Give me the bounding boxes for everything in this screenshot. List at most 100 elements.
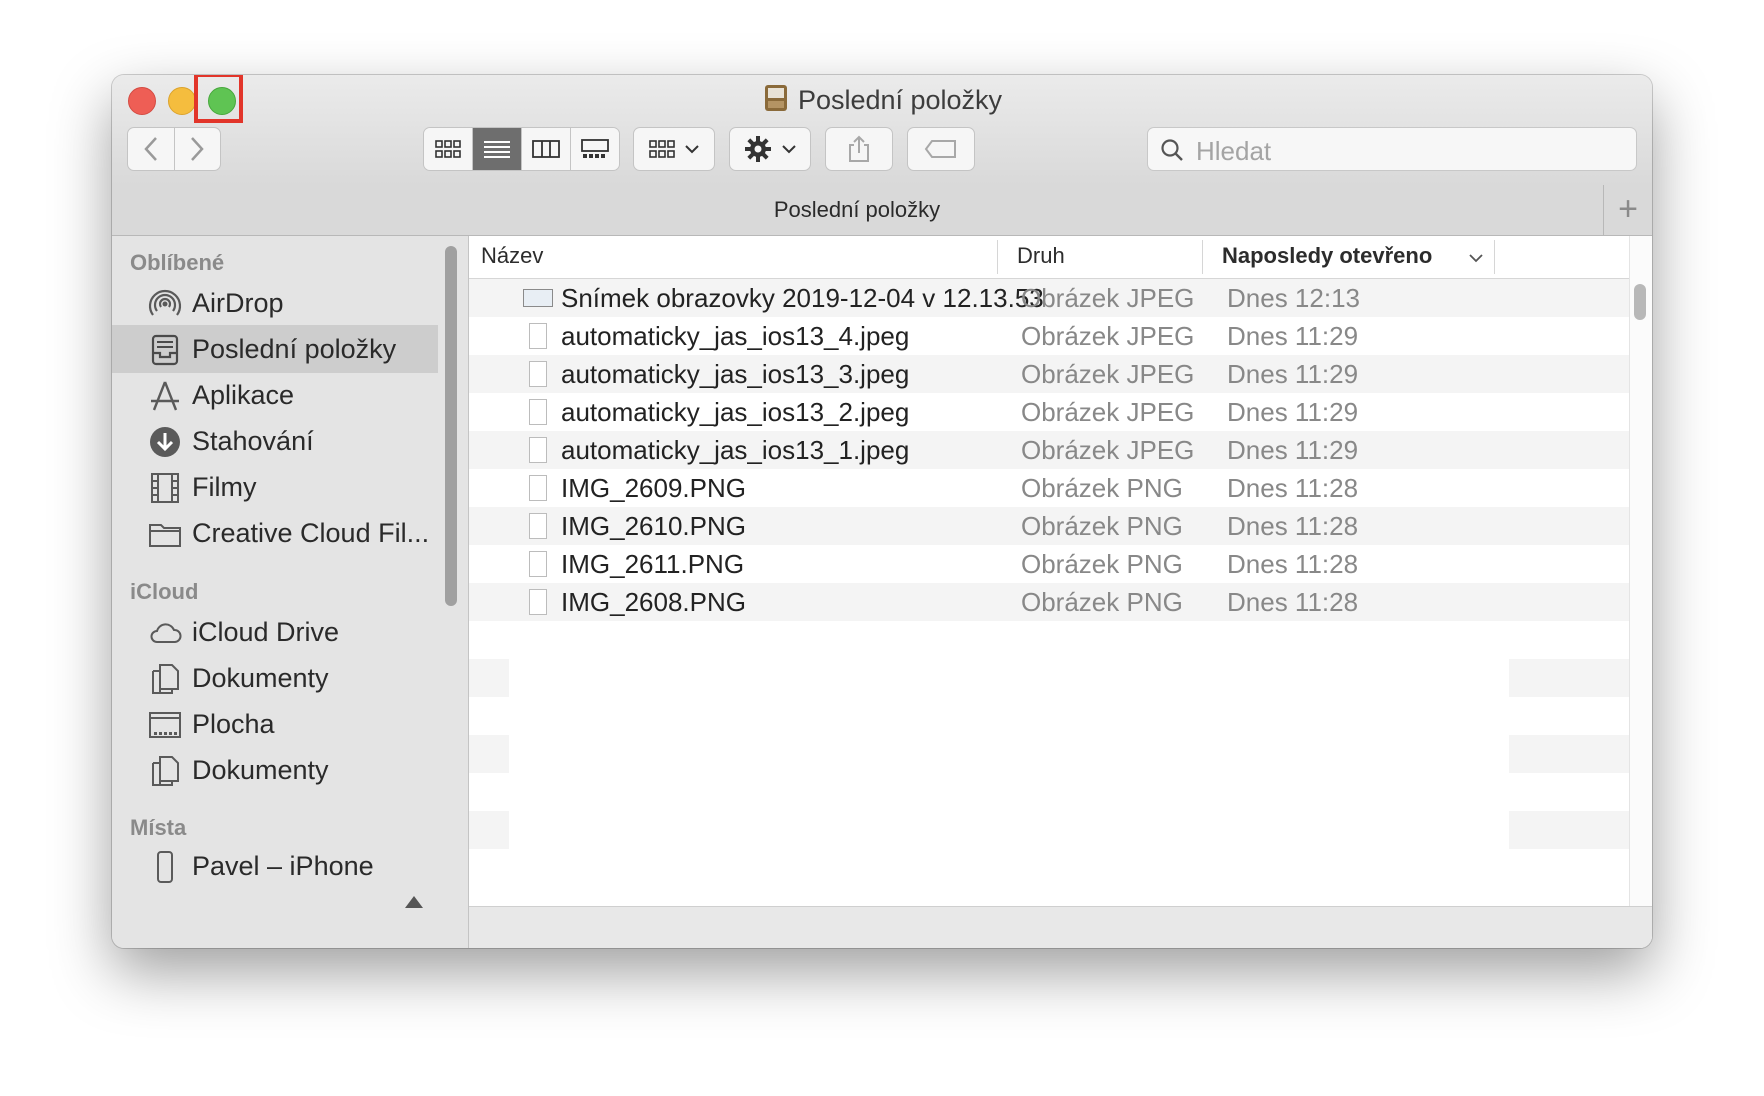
- finder-window: Poslední položky Hledat Poslední položky…: [112, 75, 1652, 948]
- column-name[interactable]: Název: [481, 243, 543, 269]
- file-date: Dnes 11:28: [1227, 549, 1359, 579]
- sidebar-item-applications[interactable]: Aplikace: [112, 371, 438, 419]
- file-date: Dnes 11:28: [1227, 587, 1359, 617]
- sidebar-section-icloud: iCloud: [130, 579, 199, 604]
- share-button[interactable]: [825, 127, 893, 171]
- downloads-icon: [148, 425, 182, 459]
- recents-icon: [762, 83, 790, 120]
- column-kind[interactable]: Druh: [1017, 243, 1065, 269]
- image-file-icon: [529, 437, 547, 463]
- table-row[interactable]: automaticky_jas_ios13_3.jpeg Obrázek JPE…: [469, 355, 1629, 393]
- search-icon: [1161, 139, 1183, 161]
- sidebar-section-favorites: Oblíbené: [130, 250, 225, 275]
- sidebar-item-label: AirDrop: [192, 288, 284, 318]
- recents-icon: [148, 333, 182, 367]
- grid-icon: [435, 140, 461, 158]
- sidebar-item-documents[interactable]: Dokumenty: [112, 654, 438, 702]
- sidebar-item-label: Dokumenty: [192, 663, 329, 693]
- eject-icon[interactable]: [405, 896, 423, 908]
- scroll-thumb[interactable]: [1634, 284, 1646, 320]
- tab-bar: Poslední položky +: [112, 185, 1652, 236]
- sidebar-item-label: Stahování: [192, 426, 314, 456]
- gear-icon: [745, 136, 771, 162]
- sidebar-item-label: iCloud Drive: [192, 617, 340, 647]
- gallery-icon: [581, 139, 609, 158]
- sidebar-item-downloads[interactable]: Stahování: [112, 417, 438, 465]
- group-by-dropdown[interactable]: [633, 127, 715, 171]
- list-icon: [484, 141, 510, 158]
- column-separator[interactable]: [1494, 240, 1495, 274]
- file-kind: Obrázek JPEG: [1021, 397, 1195, 427]
- file-name: automaticky_jas_ios13_1.jpeg: [561, 435, 910, 465]
- sidebar-item-icloud-drive[interactable]: iCloud Drive: [112, 608, 438, 656]
- image-file-icon: [529, 589, 547, 615]
- table-row[interactable]: automaticky_jas_ios13_2.jpeg Obrázek JPE…: [469, 393, 1629, 431]
- sidebar-item-documents-2[interactable]: Dokumenty: [112, 746, 438, 794]
- chevron-down-icon: [685, 145, 699, 154]
- list-view-button[interactable]: [473, 128, 522, 170]
- image-file-icon: [529, 475, 547, 501]
- sidebar-item-movies[interactable]: Filmy: [112, 463, 438, 511]
- table-row[interactable]: Snímek obrazovky 2019-12-04 v 12.13.53 O…: [469, 279, 1629, 317]
- table-row[interactable]: automaticky_jas_ios13_1.jpeg Obrázek JPE…: [469, 431, 1629, 469]
- cloud-icon: [148, 616, 182, 650]
- gallery-view-button[interactable]: [571, 128, 619, 170]
- back-button[interactable]: [128, 128, 175, 170]
- sidebar-item-iphone[interactable]: Pavel – iPhone: [112, 842, 438, 890]
- sidebar-item-desktop[interactable]: Plocha: [112, 700, 438, 748]
- file-date: Dnes 12:13: [1227, 283, 1360, 313]
- chevron-right-icon: [191, 137, 204, 161]
- status-bar: [469, 906, 1652, 948]
- tags-button[interactable]: [907, 127, 975, 171]
- file-name: IMG_2609.PNG: [561, 473, 746, 503]
- sidebar: Oblíbené AirDrop Poslední položky Aplika…: [112, 236, 468, 948]
- forward-button[interactable]: [175, 128, 221, 170]
- column-separator[interactable]: [1202, 240, 1203, 274]
- sidebar-item-airdrop[interactable]: AirDrop: [112, 279, 438, 327]
- table-row[interactable]: IMG_2608.PNG Obrázek PNG Dnes 11:28: [469, 583, 1629, 621]
- group-grid-icon: [649, 140, 675, 158]
- add-tab-button[interactable]: +: [1603, 185, 1652, 235]
- table-row[interactable]: IMG_2611.PNG Obrázek PNG Dnes 11:28: [469, 545, 1629, 583]
- column-header: Název Druh Naposledy otevřeno: [469, 236, 1629, 279]
- sort-chevron-down-icon: [1469, 254, 1483, 263]
- file-name: automaticky_jas_ios13_4.jpeg: [561, 321, 910, 351]
- icon-view-button[interactable]: [424, 128, 473, 170]
- image-file-icon: [529, 399, 547, 425]
- documents-icon: [148, 754, 182, 788]
- airdrop-icon: [148, 287, 182, 321]
- tag-icon: [924, 140, 956, 158]
- sidebar-item-label: Dokumenty: [192, 755, 329, 785]
- folder-icon: [148, 517, 182, 551]
- search-field[interactable]: Hledat: [1147, 127, 1637, 171]
- file-date: Dnes 11:28: [1227, 473, 1359, 503]
- tab-title[interactable]: Poslední položky: [112, 197, 1602, 223]
- sidebar-item-label: Aplikace: [192, 380, 295, 410]
- titlebar: Poslední položky Hledat: [112, 75, 1652, 186]
- file-kind: Obrázek PNG: [1021, 587, 1183, 617]
- window-title: Poslední položky: [112, 83, 1652, 120]
- table-row[interactable]: IMG_2609.PNG Obrázek PNG Dnes 11:28: [469, 469, 1629, 507]
- sidebar-item-label: Pavel – iPhone: [192, 851, 374, 881]
- file-date: Dnes 11:29: [1227, 359, 1359, 389]
- column-last-opened[interactable]: Naposledy otevřeno: [1222, 243, 1432, 269]
- sidebar-scrollbar[interactable]: [445, 246, 457, 606]
- image-file-icon: [529, 361, 547, 387]
- documents-icon: [148, 662, 182, 696]
- table-row[interactable]: automaticky_jas_ios13_4.jpeg Obrázek JPE…: [469, 317, 1629, 355]
- action-dropdown[interactable]: [729, 127, 811, 171]
- file-date: Dnes 11:29: [1227, 397, 1359, 427]
- view-mode-control: [423, 127, 620, 171]
- file-date: Dnes 11:28: [1227, 511, 1359, 541]
- sidebar-item-creative-cloud[interactable]: Creative Cloud Fil...: [112, 509, 438, 557]
- sidebar-item-label: Creative Cloud Fil...: [192, 518, 430, 548]
- column-view-button[interactable]: [522, 128, 571, 170]
- chevron-down-icon: [782, 145, 796, 154]
- column-separator[interactable]: [997, 240, 998, 274]
- sidebar-item-recents[interactable]: Poslední položky: [112, 325, 438, 373]
- table-row[interactable]: IMG_2610.PNG Obrázek PNG Dnes 11:28: [469, 507, 1629, 545]
- iphone-icon: [148, 850, 182, 884]
- file-kind: Obrázek PNG: [1021, 549, 1183, 579]
- desktop-icon: [148, 708, 182, 742]
- vertical-scrollbar[interactable]: [1629, 236, 1652, 906]
